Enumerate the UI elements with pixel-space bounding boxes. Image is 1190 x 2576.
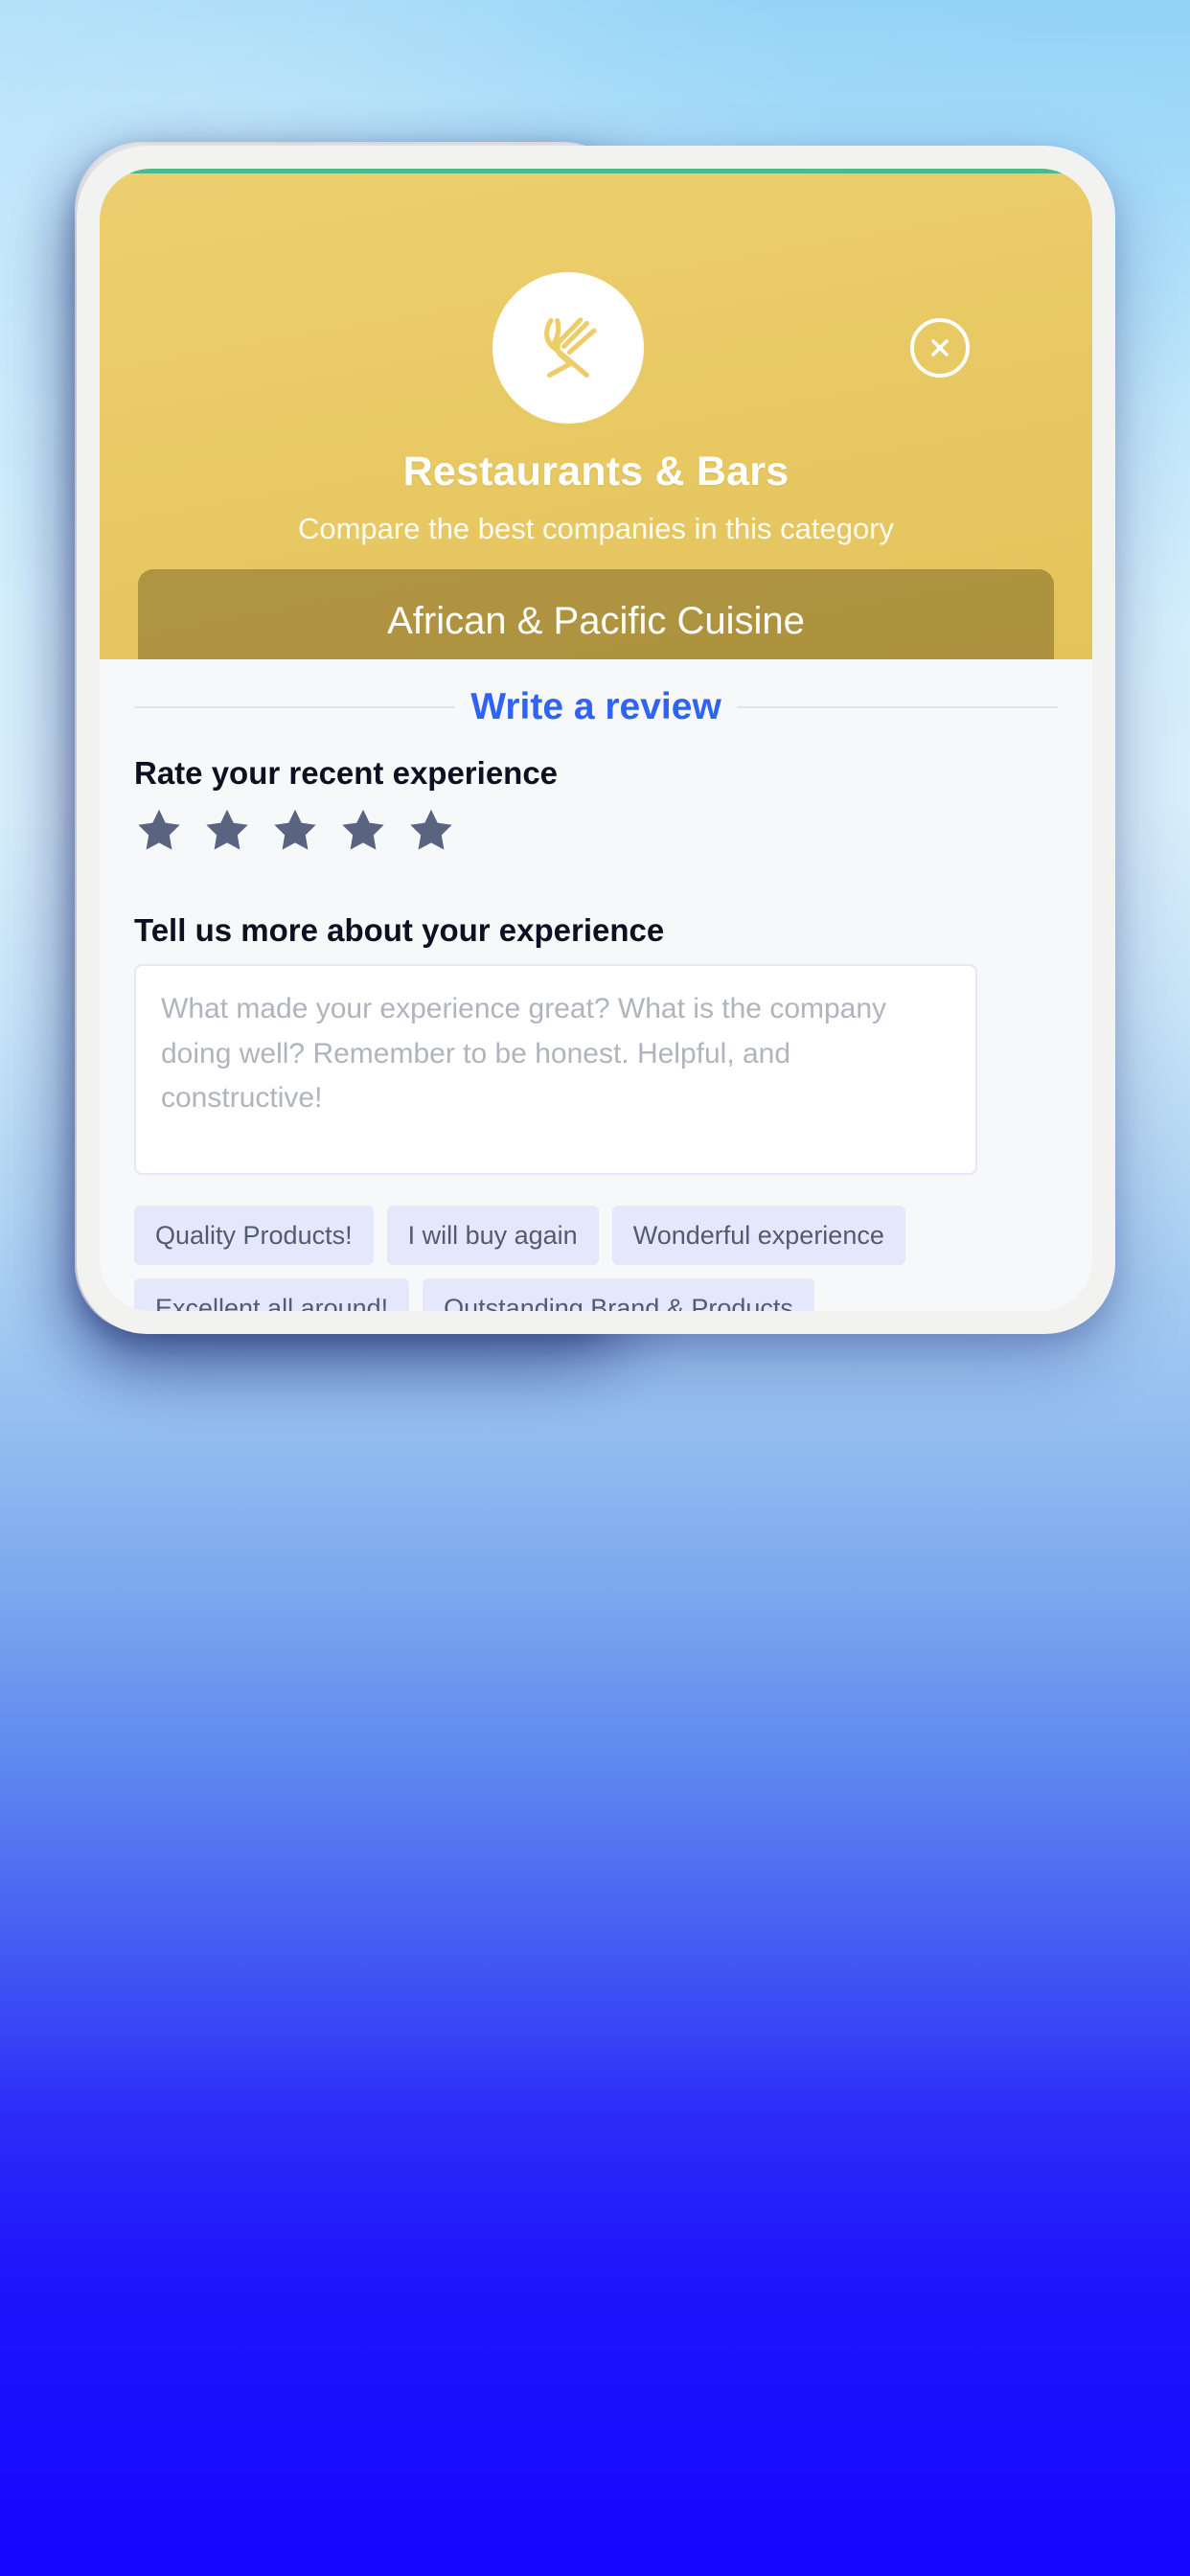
order-summary-card: African & Pacific Cuisine Order number: …	[138, 569, 1054, 659]
suggestion-chip[interactable]: Wonderful experience	[611, 1206, 905, 1265]
comment-label: Tell us more about your experience	[134, 912, 665, 948]
star-icon-5[interactable]	[406, 805, 456, 855]
suggestion-chip[interactable]: I will buy again	[386, 1206, 599, 1265]
page-subtitle: Compare the best companies in this categ…	[297, 512, 895, 545]
review-comment-box[interactable]: What made your experience great? What is…	[134, 964, 977, 1175]
order-company-name: African & Pacific Cuisine	[387, 600, 805, 642]
close-icon[interactable]	[910, 318, 970, 378]
category-header: Restaurants & Bars Compare the best comp…	[100, 169, 1092, 659]
page-title: Restaurants & Bars	[402, 448, 790, 494]
rating-label: Rate your recent experience	[134, 755, 559, 791]
phone-screen: Restaurants & Bars Compare the best comp…	[100, 169, 1092, 1311]
star-icon-3[interactable]	[270, 805, 320, 855]
review-comment-placeholder: What made your experience great? What is…	[161, 993, 887, 1114]
star-icon-1[interactable]	[134, 805, 184, 855]
suggestion-chip[interactable]: Quality Products!	[134, 1206, 374, 1265]
fork-and-knife-icon	[492, 272, 644, 424]
star-icon-2[interactable]	[202, 805, 252, 855]
suggestion-chip[interactable]: Outstanding Brand & Products	[423, 1278, 814, 1311]
write-a-review-label: Write a review	[470, 686, 721, 727]
suggestion-chip[interactable]: Excellent all around!	[134, 1278, 410, 1311]
review-form: Write a review Rate your recent experien…	[100, 659, 1092, 1311]
divider-right	[736, 706, 1059, 708]
write-a-review-heading: Write a review	[134, 686, 1059, 728]
star-icon-4[interactable]	[338, 805, 388, 855]
star-rating[interactable]	[134, 805, 456, 855]
header-accent-line	[100, 169, 1092, 173]
suggestion-chip-list: Quality Products! I will buy again Wonde…	[134, 1206, 996, 1311]
divider-left	[134, 706, 456, 708]
